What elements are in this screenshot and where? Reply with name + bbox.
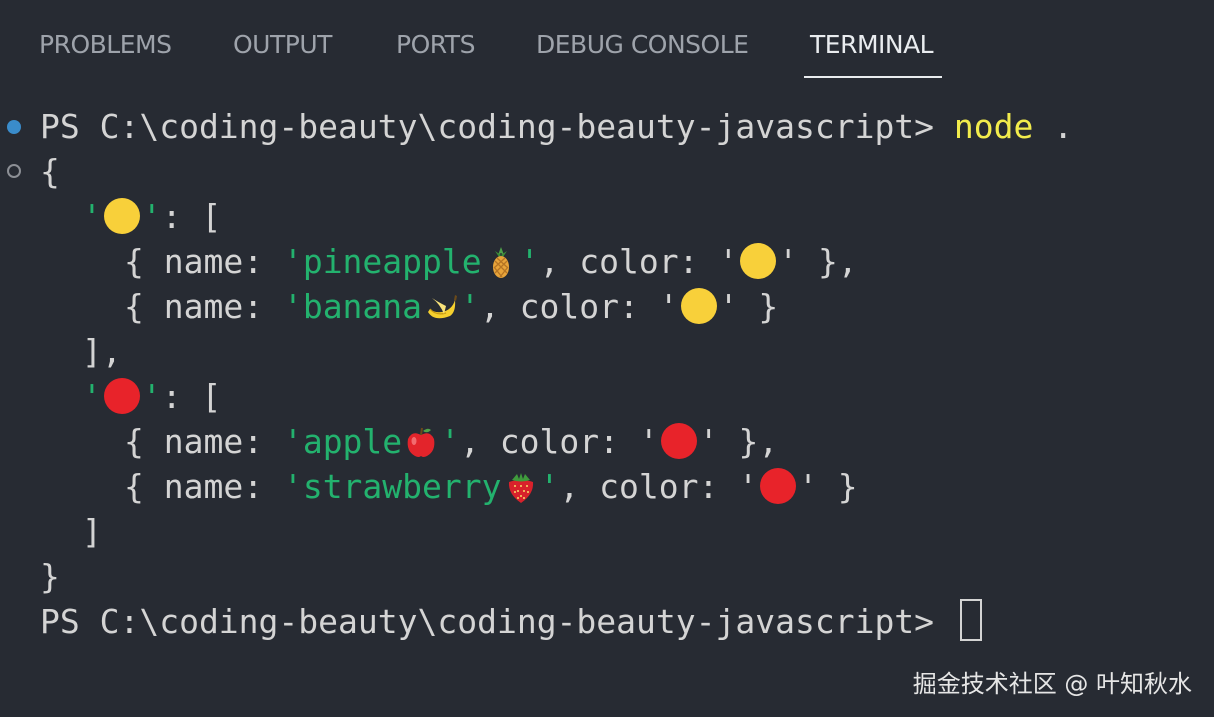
group-key-line: ' ': [	[40, 194, 221, 239]
quote: '	[539, 467, 560, 506]
item-end: ' },	[698, 422, 779, 461]
watermark: 掘金技术社区 @ 叶知秋水	[912, 670, 1192, 698]
item-end: ' }	[718, 287, 779, 326]
quote: '	[440, 422, 461, 461]
tab-debug-console[interactable]: DEBUG CONSOLE	[536, 30, 749, 59]
name-key: { name:	[124, 287, 283, 326]
red-circle-icon	[660, 423, 697, 459]
output-open-brace: {	[40, 152, 60, 191]
list-item: { name: 'apple ', color: ' ' },	[40, 419, 778, 464]
group-key-line: ' ': [	[40, 374, 221, 419]
name-key: { name:	[124, 467, 283, 506]
array-open: : [	[161, 377, 222, 416]
quote: '	[460, 287, 480, 326]
prompt-text: PS C:\coding-beauty\coding-beauty-javasc…	[40, 602, 954, 641]
tab-ports[interactable]: PORTS	[396, 30, 475, 59]
red-circle-icon	[103, 378, 140, 414]
array-open: : [	[161, 197, 222, 236]
list-item: { name: 'pineapple ', color: ' ' },	[40, 239, 858, 284]
tab-output[interactable]: OUTPUT	[233, 30, 332, 59]
terminal-command-line: PS C:\coding-beauty\coding-beauty-javasc…	[40, 104, 1073, 149]
array-close: ]	[82, 512, 102, 551]
strawberry-icon	[508, 473, 533, 503]
color-key: , color: '	[559, 467, 759, 506]
panel-tab-bar: PROBLEMS OUTPUT PORTS DEBUG CONSOLE TERM…	[0, 0, 1214, 82]
tab-terminal[interactable]: TERMINAL	[810, 30, 934, 59]
list-item: { name: 'banana ', color: ' ' }	[40, 284, 778, 329]
tab-problems[interactable]: PROBLEMS	[39, 30, 172, 59]
array-close: ],	[82, 332, 122, 371]
color-key: , color: '	[539, 242, 739, 281]
command-arg: .	[1033, 107, 1074, 146]
item-end: ' },	[778, 242, 858, 281]
yellow-circle-icon	[740, 243, 777, 279]
list-item: { name: 'strawberry ', color: ' ' }	[40, 464, 858, 509]
color-key: , color: '	[460, 422, 659, 461]
item-end: ' }	[798, 467, 858, 506]
yellow-circle-icon	[103, 198, 140, 234]
quote: '	[519, 242, 540, 281]
output-close-brace: }	[40, 557, 60, 596]
quote: '	[141, 377, 162, 416]
name-key: { name:	[124, 422, 283, 461]
color-key: , color: '	[479, 287, 679, 326]
name-value: 'banana	[282, 287, 423, 326]
name-value: 'pineapple	[282, 242, 482, 281]
red-circle-icon	[760, 468, 797, 504]
terminal-prompt-line: PS C:\coding-beauty\coding-beauty-javasc…	[40, 599, 982, 644]
quote: '	[82, 377, 102, 416]
yellow-circle-icon	[680, 288, 717, 324]
banana-icon	[428, 295, 458, 319]
name-key: { name:	[124, 242, 283, 281]
quote: '	[82, 197, 102, 236]
quote: '	[141, 197, 162, 236]
prompt-text: PS C:\coding-beauty\coding-beauty-javasc…	[40, 107, 954, 146]
active-tab-indicator	[804, 76, 942, 78]
apple-icon	[407, 427, 435, 457]
terminal-cursor[interactable]	[959, 599, 982, 641]
terminal-output[interactable]: PS C:\coding-beauty\coding-beauty-javasc…	[0, 104, 1214, 664]
pineapple-icon	[492, 247, 509, 278]
command-text: node	[953, 107, 1034, 146]
name-value: 'apple	[282, 422, 403, 461]
name-value: 'strawberry	[282, 467, 502, 506]
